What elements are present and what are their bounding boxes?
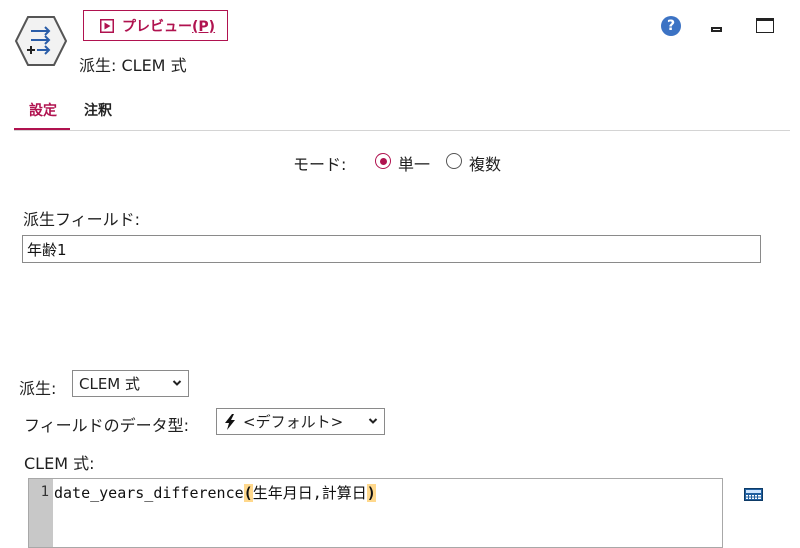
tab-annotations[interactable]: 注釈 bbox=[84, 100, 112, 120]
code-function: date_years_difference bbox=[54, 484, 244, 502]
preview-shortcut: (P) bbox=[192, 18, 216, 35]
mode-multiple-radio[interactable] bbox=[446, 153, 462, 169]
tab-divider bbox=[14, 130, 790, 131]
field-type-value: <デフォルト> bbox=[243, 413, 344, 431]
derive-as-label: 派生: bbox=[19, 379, 57, 398]
node-title: 派生: CLEM 式 bbox=[79, 56, 187, 75]
code-close-paren: ) bbox=[366, 484, 376, 502]
field-type-label: フィールドのデータ型: bbox=[24, 416, 190, 435]
mode-multiple-label[interactable]: 複数 bbox=[469, 151, 501, 175]
chevron-down-icon bbox=[172, 380, 182, 386]
help-icon[interactable]: ? bbox=[661, 16, 681, 36]
preview-button[interactable]: プレビュー(P) bbox=[83, 10, 228, 41]
code-line[interactable]: date_years_difference(生年月日,計算日) bbox=[54, 482, 376, 503]
play-icon bbox=[100, 18, 114, 33]
maximize-icon[interactable] bbox=[756, 18, 774, 33]
clem-expression-label: CLEM 式: bbox=[24, 454, 95, 473]
code-args: 生年月日,計算日 bbox=[252, 484, 367, 502]
mode-single-radio[interactable] bbox=[375, 153, 391, 169]
lightning-icon bbox=[225, 413, 235, 430]
derive-node-icon bbox=[14, 16, 68, 66]
derive-field-label: 派生フィールド: bbox=[23, 210, 141, 229]
derive-field-input[interactable] bbox=[22, 235, 761, 263]
mode-single-label[interactable]: 単一 bbox=[398, 151, 430, 175]
chevron-down-icon bbox=[368, 418, 378, 424]
mode-label: モード: bbox=[293, 155, 347, 174]
calculator-icon[interactable] bbox=[744, 488, 763, 501]
preview-label: プレビュー bbox=[122, 18, 192, 35]
derive-as-value: CLEM 式 bbox=[79, 375, 141, 393]
tab-settings[interactable]: 設定 bbox=[29, 100, 57, 120]
code-open-paren: ( bbox=[243, 484, 253, 502]
line-number: 1 bbox=[40, 484, 49, 500]
derive-as-select[interactable]: CLEM 式 bbox=[72, 370, 189, 397]
minimize-icon[interactable] bbox=[711, 27, 722, 32]
field-type-select[interactable]: <デフォルト> bbox=[216, 408, 385, 435]
